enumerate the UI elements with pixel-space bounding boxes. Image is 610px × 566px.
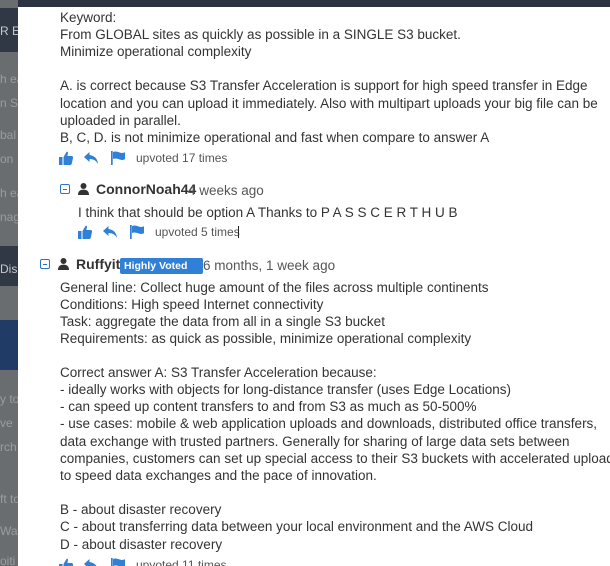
comment-text: I think that should be option A Thanks t… — [78, 205, 458, 220]
flag-icon[interactable] — [110, 150, 126, 166]
comment-text: B, C, D. is not minimize operational and… — [60, 130, 490, 145]
comment-text: data exchange with trusted partners. Gen… — [60, 434, 570, 449]
comment-text: Requirements: as quick as possible, mini… — [60, 331, 472, 346]
background-page: R EX h ea n S3 bal on h ea nag Dis y to … — [0, 0, 18, 566]
upvote-count: upvoted 11 times — [136, 558, 227, 566]
comment-text: General line: Collect huge amount of the… — [60, 280, 489, 295]
bg-text-fragment: Watc — [0, 524, 18, 538]
bg-text-fragment: h ea — [0, 72, 18, 86]
comment-timestamp: 4 weeks ago — [188, 183, 264, 198]
comment-text: location and you can upload it immediate… — [60, 96, 598, 111]
bg-text-fragment: on — [0, 152, 14, 166]
comment-text: D - about disaster recovery — [60, 537, 223, 552]
reply-icon[interactable] — [102, 224, 118, 240]
bg-text-fragment: ve — [0, 416, 13, 430]
upvote-count: upvoted 17 times — [136, 151, 228, 165]
reply-icon[interactable] — [83, 557, 99, 566]
comment-text: Conditions: High speed Internet connecti… — [60, 297, 324, 312]
thumbs-up-icon[interactable] — [58, 557, 74, 566]
comment-username[interactable]: ConnorNoah44 — [96, 181, 196, 198]
bg-text-fragment: rch — [0, 440, 17, 454]
flag-icon[interactable] — [129, 224, 145, 240]
comment-text: to speed data exchanges and the pace of … — [60, 468, 377, 483]
comment-text: Minimize operational complexity — [60, 44, 252, 59]
reply-icon[interactable] — [83, 150, 99, 166]
comment-text: Task: aggregate the data from all in a s… — [60, 314, 385, 329]
bg-text-fragment: nag — [0, 210, 18, 224]
discussion-panel[interactable]: Keyword: From GLOBAL sites as quickly as… — [18, 7, 610, 566]
user-icon — [78, 183, 89, 195]
thumbs-up-icon — [189, 261, 200, 272]
comment-text: Keyword: — [60, 10, 117, 25]
flag-icon[interactable] — [110, 557, 126, 566]
comment-timestamp: 6 months, 1 week ago — [203, 258, 336, 273]
comment-text: B - about disaster recovery — [60, 502, 222, 517]
bg-text-fragment: y to — [0, 392, 18, 406]
user-icon — [58, 258, 69, 270]
comment-text: companies, customers can set up special … — [60, 451, 610, 466]
bg-text-fragment: bal — [0, 128, 17, 142]
collapse-icon[interactable] — [60, 184, 70, 194]
thumbs-up-icon[interactable] — [77, 224, 93, 240]
bg-text-fragment: h ea — [0, 186, 18, 200]
highly-voted-badge: Highly Voted — [120, 258, 204, 274]
comment-username[interactable]: Ruffyit — [76, 256, 120, 273]
comment-text: C - about transferring data between your… — [60, 519, 534, 534]
comment-text: From GLOBAL sites as quickly as possible… — [60, 27, 461, 42]
comment-text: - can speed up content transfers to and … — [60, 399, 477, 414]
comment-text: Correct answer A: S3 Transfer Accelerati… — [60, 365, 377, 380]
thumbs-up-icon[interactable] — [58, 150, 74, 166]
text-cursor — [238, 226, 239, 238]
comment-text: - ideally works with objects for long-di… — [60, 382, 511, 397]
comment-text: uploaded in parallel. — [60, 113, 181, 128]
comment-text: A. is correct because S3 Transfer Accele… — [60, 78, 588, 93]
collapse-icon[interactable] — [40, 259, 50, 269]
bg-text-fragment: ft to — [0, 492, 18, 506]
comment-text: - use cases: mobile & web application up… — [60, 416, 598, 431]
modal-top-bar — [18, 0, 610, 7]
bg-text-fragment: Dis — [0, 262, 18, 276]
bg-text-fragment: n S3 — [0, 96, 18, 110]
upvote-count: upvoted 5 times — [155, 225, 240, 239]
bg-text-fragment: R EX — [0, 24, 18, 38]
bg-text-fragment: oiti — [0, 554, 16, 566]
